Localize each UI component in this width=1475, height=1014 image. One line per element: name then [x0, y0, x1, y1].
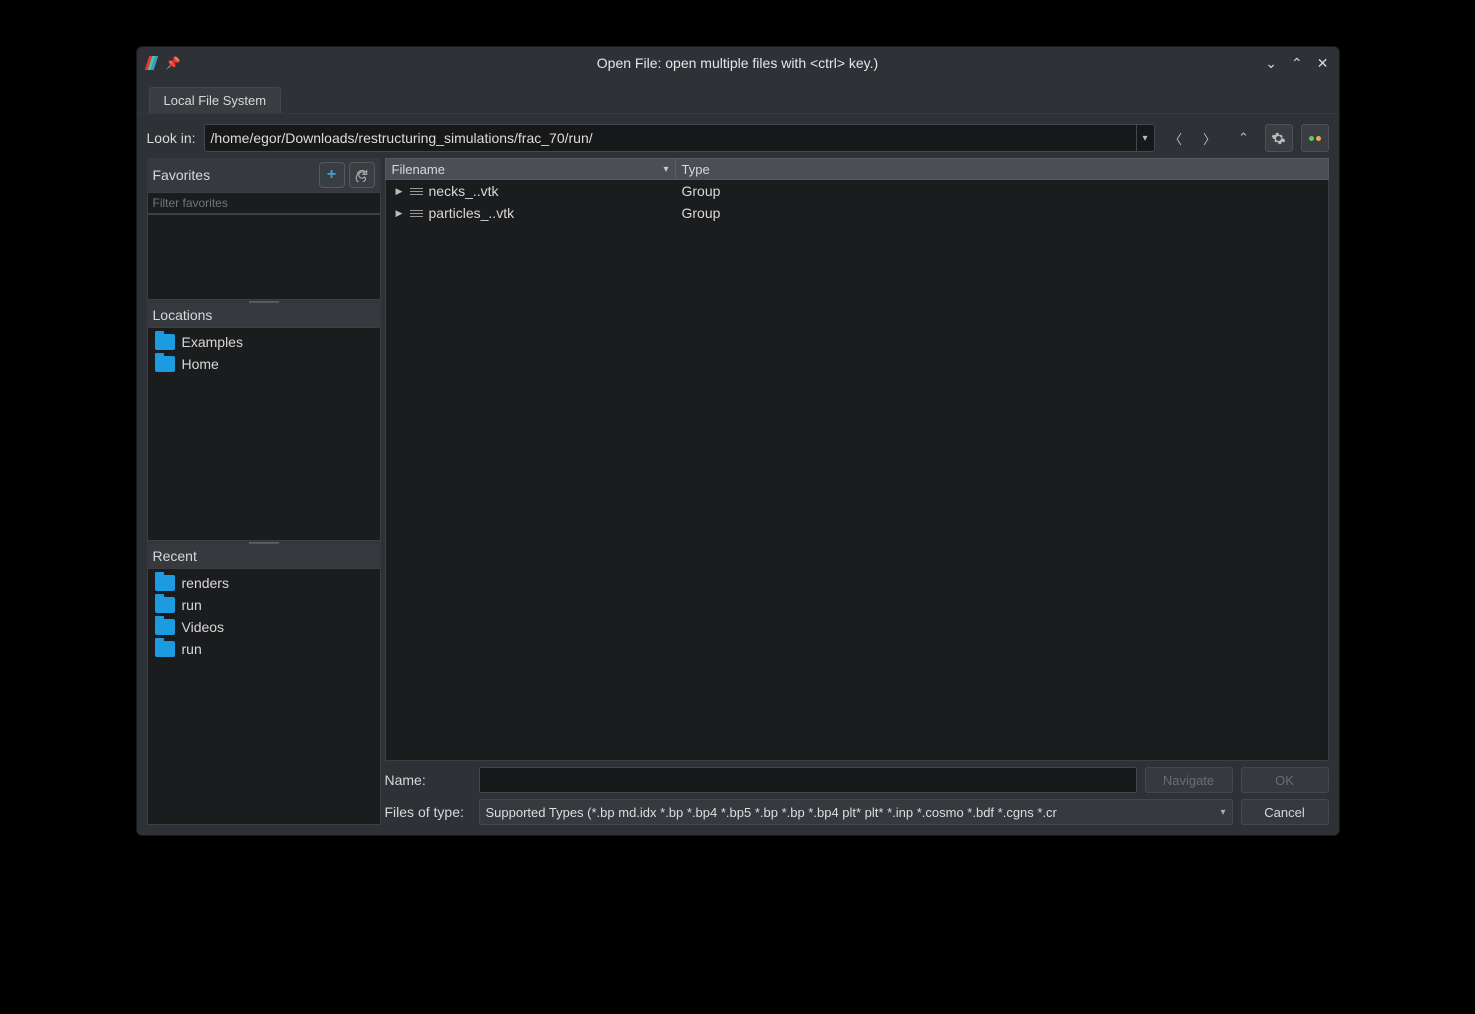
expand-icon[interactable]: ▶	[396, 186, 404, 197]
nav-forward-button[interactable]: 〉	[1197, 125, 1223, 151]
file-row[interactable]: ▶ necks_..vtk Group	[386, 180, 1328, 202]
name-input[interactable]	[479, 767, 1137, 793]
folder-icon	[155, 641, 175, 657]
maximize-button[interactable]: ⌃	[1291, 55, 1303, 72]
favorites-header: Favorites +	[147, 158, 381, 192]
folder-icon	[155, 356, 175, 372]
left-panel: Favorites + Locations Examples	[147, 158, 381, 825]
name-label: Name:	[385, 772, 471, 788]
locations-header: Locations	[147, 303, 381, 327]
filetype-row: Files of type: Supported Types (*.bp md.…	[385, 799, 1329, 825]
file-list-header: Filename Type	[385, 158, 1329, 180]
folder-icon	[155, 597, 175, 613]
cancel-button[interactable]: Cancel	[1241, 799, 1329, 825]
tab-local-filesystem[interactable]: Local File System	[149, 87, 282, 113]
expand-icon[interactable]: ▶	[396, 208, 404, 219]
location-item[interactable]: Examples	[151, 331, 377, 353]
folder-icon	[155, 619, 175, 635]
refresh-favorites-button[interactable]	[349, 162, 375, 188]
open-file-dialog: 📌 Open File: open multiple files with <c…	[136, 46, 1340, 836]
file-row[interactable]: ▶ particles_..vtk Group	[386, 202, 1328, 224]
recent-item[interactable]: Videos	[151, 616, 377, 638]
look-in-row: Look in: /home/egor/Downloads/restructur…	[147, 124, 1329, 152]
locations-list[interactable]: Examples Home	[147, 327, 381, 541]
location-item[interactable]: Home	[151, 353, 377, 375]
file-list[interactable]: ▶ necks_..vtk Group ▶ particles_..vtk Gr…	[385, 180, 1329, 761]
pin-icon[interactable]: 📌	[166, 56, 181, 70]
add-favorite-button[interactable]: +	[319, 162, 345, 188]
nav-back-button[interactable]: 〈	[1163, 125, 1189, 151]
recent-list[interactable]: renders run Videos run	[147, 568, 381, 825]
recent-header: Recent	[147, 544, 381, 568]
name-row: Name: Navigate OK	[385, 767, 1329, 793]
folder-icon	[155, 334, 175, 350]
tab-bar: Local File System	[137, 79, 1339, 114]
ok-button[interactable]: OK	[1241, 767, 1329, 793]
file-group-icon	[410, 206, 423, 220]
recent-item[interactable]: run	[151, 638, 377, 660]
recent-item[interactable]: run	[151, 594, 377, 616]
file-group-icon	[410, 184, 423, 198]
folder-icon	[155, 575, 175, 591]
minimize-button[interactable]: ⌄	[1265, 55, 1277, 72]
favorites-filter-input[interactable]	[147, 192, 381, 214]
filetype-combo[interactable]: Supported Types (*.bp md.idx *.bp *.bp4 …	[479, 799, 1233, 825]
titlebar: 📌 Open File: open multiple files with <c…	[137, 47, 1339, 79]
close-button[interactable]: ✕	[1317, 55, 1329, 72]
recent-item[interactable]: renders	[151, 572, 377, 594]
look-in-input[interactable]: /home/egor/Downloads/restructuring_simul…	[204, 124, 1155, 152]
paraview-icon	[147, 56, 156, 70]
look-in-label: Look in:	[147, 130, 196, 146]
column-header-type[interactable]: Type	[676, 159, 1328, 179]
settings-button[interactable]	[1265, 124, 1293, 152]
file-browser: Filename Type ▶ necks_..vtk Group	[385, 158, 1329, 825]
navigate-button[interactable]: Navigate	[1145, 767, 1233, 793]
nav-up-button[interactable]: ⌃	[1231, 125, 1257, 151]
group-files-button[interactable]	[1301, 124, 1329, 152]
favorites-list[interactable]	[147, 214, 381, 300]
path-dropdown-icon[interactable]: ▾	[1136, 125, 1154, 151]
window-title: Open File: open multiple files with <ctr…	[137, 55, 1339, 71]
filetype-label: Files of type:	[385, 804, 471, 820]
column-header-filename[interactable]: Filename	[386, 159, 676, 179]
